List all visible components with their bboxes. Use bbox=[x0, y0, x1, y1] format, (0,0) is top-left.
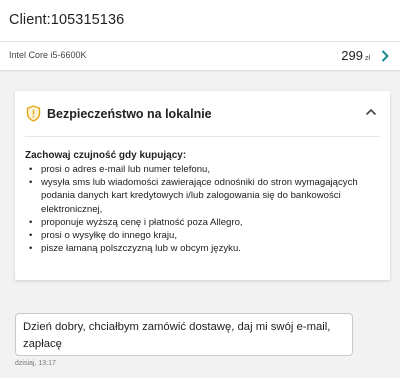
warning-item: prosi o adres e-mail lub numer telefonu, bbox=[25, 163, 375, 176]
message-timestamp: dzisiaj, 13:17 bbox=[15, 360, 56, 367]
product-row[interactable]: Intel Core i5-6600K 299 zł bbox=[0, 42, 400, 70]
warning-item: pisze łamaną polszczyzną lub w obcym jęz… bbox=[25, 242, 375, 255]
product-price: 299 zł bbox=[341, 48, 370, 63]
warning-item: wysyła sms lub wiadomości zawierające od… bbox=[25, 176, 375, 216]
chat-header: Client:105315136 bbox=[0, 0, 400, 42]
safety-card-title: Bezpieczeństwo na lokalnie bbox=[47, 107, 212, 121]
safety-card: Bezpieczeństwo na lokalnie Zachowaj czuj… bbox=[15, 91, 390, 280]
warning-item: prosi o wysyłkę do innego kraju, bbox=[25, 229, 375, 242]
message-bubble: Dzień dobry, chciałbym zamówić dostawę, … bbox=[15, 313, 353, 356]
client-title: Client:105315136 bbox=[9, 12, 125, 28]
warning-heading: Zachowaj czujność gdy kupujący: bbox=[25, 150, 187, 161]
chevron-right-icon[interactable] bbox=[378, 49, 392, 63]
warning-list: prosi o adres e-mail lub numer telefonu,… bbox=[25, 163, 375, 256]
product-name: Intel Core i5-6600K bbox=[9, 50, 87, 60]
chevron-up-icon[interactable] bbox=[365, 107, 377, 117]
card-divider bbox=[25, 136, 380, 137]
price-currency: zł bbox=[364, 55, 370, 62]
price-value: 299 bbox=[341, 48, 363, 63]
warning-item: proponuje wyższą cenę i płatność poza Al… bbox=[25, 216, 375, 229]
shield-warning-icon bbox=[26, 105, 41, 122]
